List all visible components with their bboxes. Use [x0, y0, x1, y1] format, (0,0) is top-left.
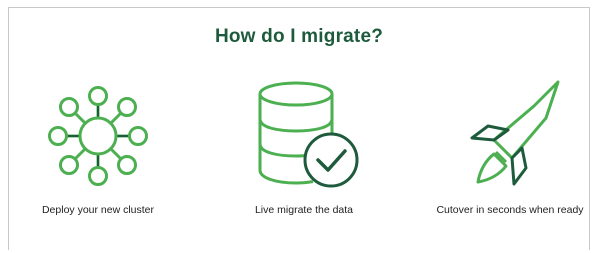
- step-migrate-label: Live migrate the data: [254, 204, 354, 216]
- cluster-icon: [48, 86, 148, 186]
- step-migrate: Live migrate the data: [214, 78, 394, 216]
- rocket-icon: [470, 80, 560, 186]
- page-title: How do I migrate?: [214, 26, 384, 47]
- migration-panel: How do I migrate? Deploy your new cluste…: [0, 0, 598, 253]
- step-cutover-label: Cutover in seconds when ready: [436, 204, 584, 216]
- step-deploy-label: Deploy your new cluster: [41, 204, 155, 216]
- step-cutover: Cutover in seconds when ready: [420, 78, 598, 216]
- database-check-icon: [258, 81, 359, 188]
- step-deploy: Deploy your new cluster: [8, 78, 188, 216]
